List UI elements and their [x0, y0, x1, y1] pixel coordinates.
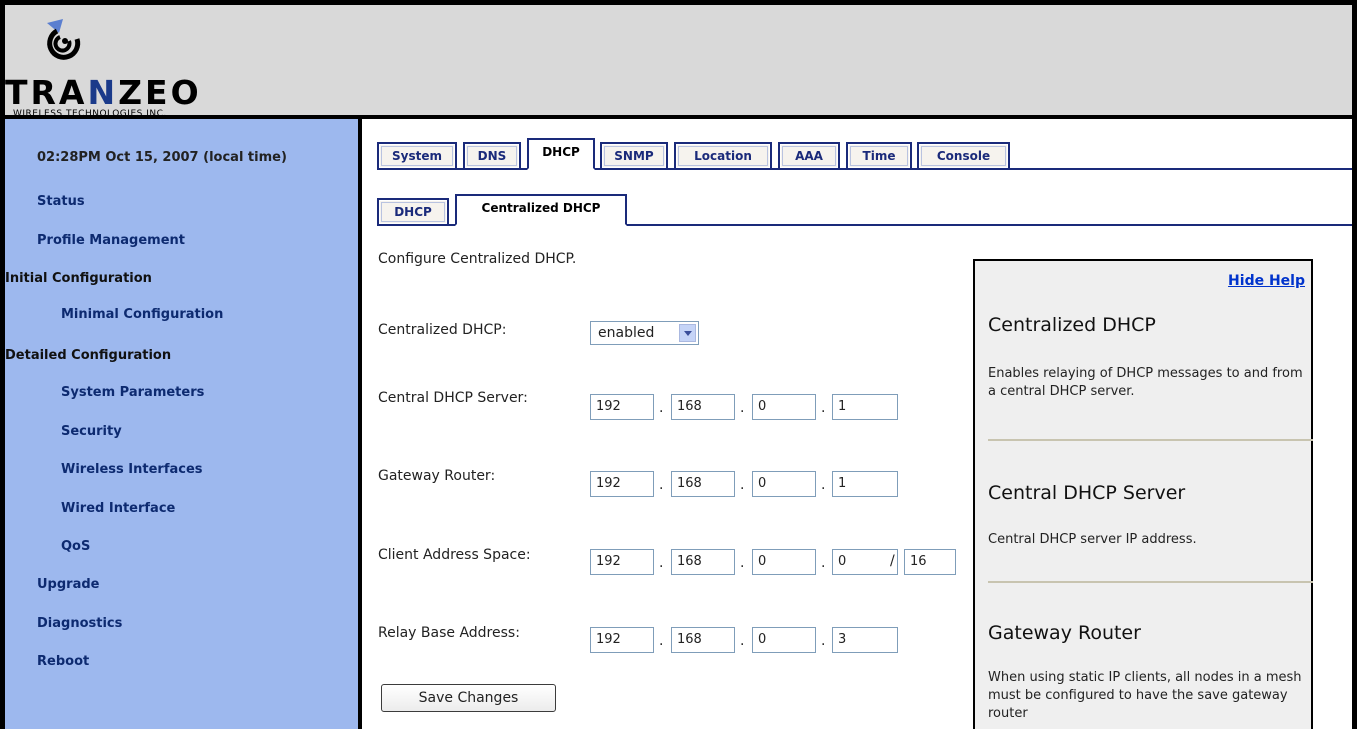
- relay-octet-4[interactable]: 3: [832, 627, 898, 653]
- sidebar-item-qos[interactable]: QoS: [61, 539, 90, 554]
- gateway-router-label: Gateway Router:: [378, 468, 496, 484]
- ip-separator: .: [659, 477, 664, 493]
- sidebar-item-upgrade[interactable]: Upgrade: [37, 577, 99, 592]
- satellite-dish-icon: [47, 19, 81, 60]
- help-panel: Hide Help Centralized DHCP Enables relay…: [973, 259, 1313, 729]
- hide-help-link[interactable]: Hide Help: [1228, 273, 1305, 289]
- clock-label: 02:28PM Oct 15, 2007 (local time): [37, 150, 287, 165]
- ip-separator: .: [821, 400, 826, 416]
- relay-octet-2[interactable]: 168: [671, 627, 735, 653]
- sidebar-item-status[interactable]: Status: [37, 194, 85, 209]
- brand-tagline: WIRELESS TECHNOLOGIES INC.: [13, 109, 167, 119]
- main-tab-bar: System DNS DHCP SNMP Location AAA Time C…: [377, 134, 1352, 170]
- tab-aaa[interactable]: AAA: [778, 142, 840, 170]
- client-prefix-length[interactable]: 16: [904, 549, 956, 575]
- tab-time[interactable]: Time: [846, 142, 912, 170]
- ip-separator: .: [740, 400, 745, 416]
- ip-separator: .: [821, 477, 826, 493]
- ip-separator: .: [821, 555, 826, 571]
- help-divider: [988, 439, 1313, 441]
- sub-tab-bar: DHCP Centralized DHCP: [377, 190, 1352, 226]
- tab-system[interactable]: System: [377, 142, 457, 170]
- sidebar-nav: 02:28PM Oct 15, 2007 (local time) Status…: [5, 119, 362, 729]
- subtab-dhcp[interactable]: DHCP: [377, 198, 449, 226]
- tab-console[interactable]: Console: [917, 142, 1010, 170]
- app-window: TRANZEO WIRELESS TECHNOLOGIES INC. 02:28…: [5, 5, 1352, 729]
- sidebar-item-wired-interface[interactable]: Wired Interface: [61, 501, 175, 516]
- prefix-slash: /: [890, 553, 895, 569]
- ip-separator: .: [740, 555, 745, 571]
- save-changes-button[interactable]: Save Changes: [381, 684, 556, 712]
- help-title: Gateway Router: [988, 622, 1141, 644]
- relay-octet-3[interactable]: 0: [752, 627, 816, 653]
- centralized-dhcp-select[interactable]: enabled: [590, 321, 699, 345]
- tab-dhcp[interactable]: DHCP: [527, 138, 595, 170]
- relay-octet-1[interactable]: 192: [590, 627, 654, 653]
- centralized-dhcp-label: Centralized DHCP:: [378, 322, 507, 338]
- sidebar-item-wireless-interfaces[interactable]: Wireless Interfaces: [61, 462, 203, 477]
- header-banner: TRANZEO WIRELESS TECHNOLOGIES INC.: [5, 5, 1352, 119]
- chevron-down-icon[interactable]: [679, 324, 696, 342]
- sidebar-item-minimal-configuration[interactable]: Minimal Configuration: [61, 307, 223, 322]
- help-title: Central DHCP Server: [988, 482, 1186, 504]
- help-text: Central DHCP server IP address.: [988, 532, 1197, 547]
- server-octet-4[interactable]: 1: [832, 394, 898, 420]
- sidebar-item-profile-management[interactable]: Profile Management: [37, 233, 185, 248]
- tab-location[interactable]: Location: [674, 142, 772, 170]
- sidebar-item-security[interactable]: Security: [61, 424, 122, 439]
- client-octet-1[interactable]: 192: [590, 549, 654, 575]
- gateway-octet-1[interactable]: 192: [590, 471, 654, 497]
- help-text: When using static IP clients, all nodes …: [988, 670, 1302, 721]
- brand-wordmark: TRANZEO: [5, 73, 202, 112]
- gateway-octet-4[interactable]: 1: [832, 471, 898, 497]
- ip-separator: .: [659, 555, 664, 571]
- page-intro: Configure Centralized DHCP.: [378, 251, 577, 267]
- client-octet-2[interactable]: 168: [671, 549, 735, 575]
- tab-snmp[interactable]: SNMP: [600, 142, 668, 170]
- ip-separator: .: [659, 400, 664, 416]
- gateway-octet-3[interactable]: 0: [752, 471, 816, 497]
- gateway-octet-2[interactable]: 168: [671, 471, 735, 497]
- ip-separator: .: [740, 633, 745, 649]
- centralized-dhcp-value: enabled: [598, 325, 655, 341]
- ip-separator: .: [821, 633, 826, 649]
- server-octet-2[interactable]: 168: [671, 394, 735, 420]
- client-octet-4[interactable]: 0: [832, 549, 898, 575]
- help-title: Centralized DHCP: [988, 314, 1156, 336]
- help-divider: [988, 581, 1313, 583]
- server-octet-3[interactable]: 0: [752, 394, 816, 420]
- brand-logo: TRANZEO WIRELESS TECHNOLOGIES INC.: [5, 15, 305, 119]
- help-text: Enables relaying of DHCP messages to and…: [988, 366, 1303, 399]
- subtab-centralized-dhcp[interactable]: Centralized DHCP: [455, 194, 627, 226]
- sidebar-item-diagnostics[interactable]: Diagnostics: [37, 616, 122, 631]
- ip-separator: .: [740, 477, 745, 493]
- sidebar-item-detailed-configuration[interactable]: Detailed Configuration: [5, 348, 171, 363]
- main-content: System DNS DHCP SNMP Location AAA Time C…: [362, 119, 1352, 729]
- tab-dns[interactable]: DNS: [463, 142, 521, 170]
- sidebar-item-system-parameters[interactable]: System Parameters: [61, 385, 204, 400]
- client-address-space-label: Client Address Space:: [378, 547, 531, 563]
- sidebar-item-initial-configuration[interactable]: Initial Configuration: [5, 271, 152, 286]
- relay-base-address-label: Relay Base Address:: [378, 625, 520, 641]
- central-dhcp-server-label: Central DHCP Server:: [378, 390, 528, 406]
- server-octet-1[interactable]: 192: [590, 394, 654, 420]
- ip-separator: .: [659, 633, 664, 649]
- client-octet-3[interactable]: 0: [752, 549, 816, 575]
- sidebar-item-reboot[interactable]: Reboot: [37, 654, 89, 669]
